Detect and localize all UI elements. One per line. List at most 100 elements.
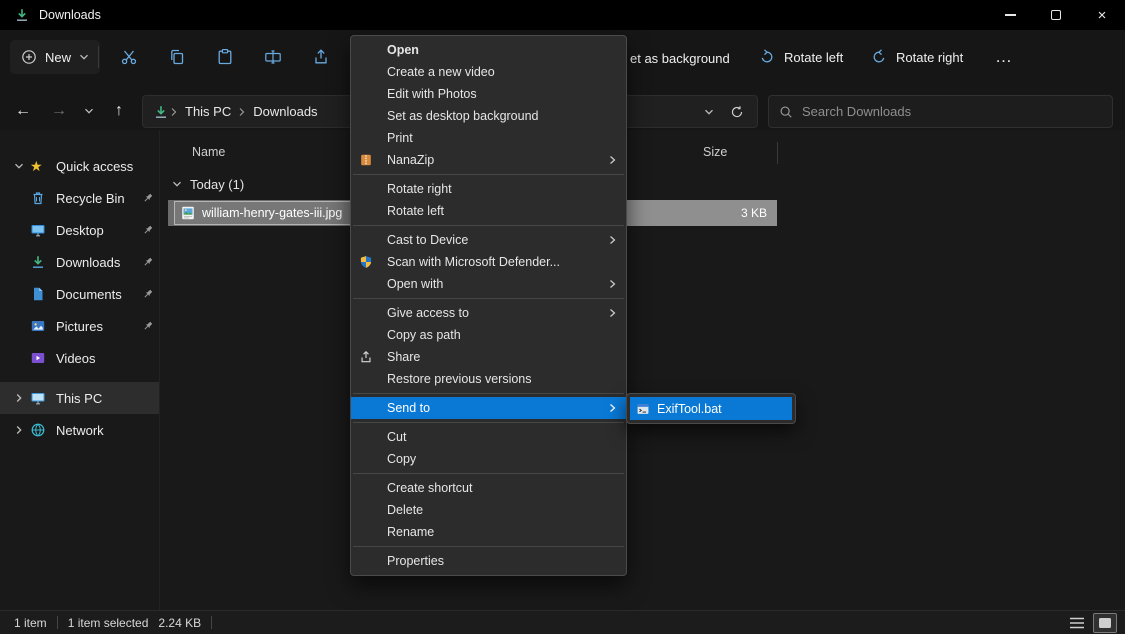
pin-icon [137,256,159,268]
image-file-icon [180,205,196,221]
forward-button[interactable]: → [44,96,74,126]
sidebar-item-recycle-bin[interactable]: Recycle Bin [0,182,159,214]
context-menu-item-restore-previous-versions[interactable]: Restore previous versions [351,368,626,390]
chevron-down-icon[interactable] [8,161,30,171]
search-box[interactable] [768,95,1113,128]
up-button[interactable]: ↑ [104,96,134,126]
title-bar: Downloads × [0,0,1125,30]
close-icon: × [1098,8,1107,23]
context-menu-item-nanazip[interactable]: NanaZip [351,149,626,171]
sidebar-item-documents[interactable]: Documents [0,278,159,310]
context-menu-item-copy-as-path[interactable]: Copy as path [351,324,626,346]
maximize-icon [1051,10,1061,20]
chevron-right-icon[interactable] [8,393,30,403]
rotate-left-icon [758,48,776,66]
nanazip-icon [359,153,387,167]
context-menu-item-rotate-left[interactable]: Rotate left [351,200,626,222]
submenu-arrow-icon [608,235,617,245]
breadcrumb-chevron-icon [238,107,246,117]
back-button[interactable]: ← [8,96,38,126]
share-icon [312,48,330,66]
maximize-button[interactable] [1033,0,1079,30]
context-menu-item-rename[interactable]: Rename [351,521,626,543]
breadcrumb-downloads[interactable]: Downloads [247,104,323,119]
file-name: william-henry-gates-iii.jpg [202,206,342,220]
context-menu-item-create-shortcut[interactable]: Create shortcut [351,477,626,499]
rotate-right-icon [870,48,888,66]
context-menu-item-scan-with-microsoft-defender[interactable]: Scan with Microsoft Defender... [351,251,626,273]
context-menu-item-create-a-new-video[interactable]: Create a new video [351,61,626,83]
close-button[interactable]: × [1079,0,1125,30]
context-menu-item-cast-to-device[interactable]: Cast to Device [351,229,626,251]
star-icon: ★ [30,159,56,173]
refresh-button[interactable] [723,98,751,126]
sidebar-item-this-pc[interactable]: This PC [0,382,159,414]
status-divider [57,616,58,629]
rename-button[interactable] [254,40,292,74]
menu-separator [353,393,624,394]
search-input[interactable] [802,104,1102,119]
downloads-icon [30,254,56,270]
new-button[interactable]: New [10,40,100,74]
copy-button[interactable] [158,40,196,74]
details-view-button[interactable] [1065,613,1089,633]
sidebar-item-downloads[interactable]: Downloads [0,246,159,278]
context-menu-item-set-as-desktop-background[interactable]: Set as desktop background [351,105,626,127]
sidebar-item-pictures[interactable]: Pictures [0,310,159,342]
submenu-arrow-icon [608,308,617,318]
chevron-down-icon[interactable] [172,179,182,189]
chevron-right-icon[interactable] [8,425,30,435]
history-dropdown-button[interactable] [78,96,100,126]
sidebar-item-quick-access[interactable]: ★ Quick access [0,150,159,182]
search-icon [779,105,793,119]
column-divider[interactable] [777,142,778,164]
context-menu-item-open-with[interactable]: Open with [351,273,626,295]
context-menu-item-send-to[interactable]: Send to [351,397,626,419]
context-menu-item-share[interactable]: Share [351,346,626,368]
downloads-folder-icon [14,7,30,23]
set-as-background-button[interactable]: et as background [630,51,730,66]
defender-shield-icon [359,255,387,269]
submenu-arrow-icon [608,403,617,413]
column-header-size[interactable]: Size [703,145,727,159]
context-menu-item-open[interactable]: Open [351,39,626,61]
chevron-down-icon [704,107,714,117]
column-headers: Name Size [160,140,1125,166]
status-divider [211,616,212,629]
status-bar: 1 item 1 item selected 2.24 KB [0,610,1125,634]
column-header-name[interactable]: Name [192,145,225,159]
window-title: Downloads [39,8,101,22]
context-menu-item-delete[interactable]: Delete [351,499,626,521]
submenu-item-exiftool-bat[interactable]: ExifTool.bat [630,397,792,420]
share-button[interactable] [302,40,340,74]
address-dropdown-button[interactable] [695,98,723,126]
large-icons-view-button[interactable] [1093,613,1117,633]
file-size: 3 KB [741,206,767,220]
context-menu-item-edit-with-photos[interactable]: Edit with Photos [351,83,626,105]
context-menu-item-print[interactable]: Print [351,127,626,149]
breadcrumb-this-pc[interactable]: This PC [179,104,237,119]
see-more-button[interactable]: … [984,40,1024,74]
sidebar-item-network[interactable]: Network [0,414,159,446]
context-menu-item-properties[interactable]: Properties [351,550,626,572]
file-size-cell: 3 KB [627,200,777,226]
pin-icon [137,192,159,204]
toolbar-divider [98,46,99,68]
context-menu-item-cut[interactable]: Cut [351,426,626,448]
chevron-down-icon [84,106,94,116]
file-list-area: Name Size Today (1) william-henry-gates-… [160,130,1125,610]
navigation-pane: ★ Quick access Recycle Bin Desktop Down [0,130,160,610]
context-menu-item-rotate-right[interactable]: Rotate right [351,178,626,200]
rotate-right-button[interactable]: Rotate right [860,40,973,74]
paste-button[interactable] [206,40,244,74]
rotate-left-button[interactable]: Rotate left [748,40,853,74]
context-menu-item-give-access-to[interactable]: Give access to [351,302,626,324]
menu-separator [353,473,624,474]
sidebar-item-desktop[interactable]: Desktop [0,214,159,246]
group-header-today[interactable]: Today (1) [160,172,244,196]
context-menu-item-copy[interactable]: Copy [351,448,626,470]
sidebar-item-videos[interactable]: Videos [0,342,159,374]
submenu-arrow-icon [608,279,617,289]
cut-button[interactable] [110,40,148,74]
minimize-button[interactable] [987,0,1033,30]
